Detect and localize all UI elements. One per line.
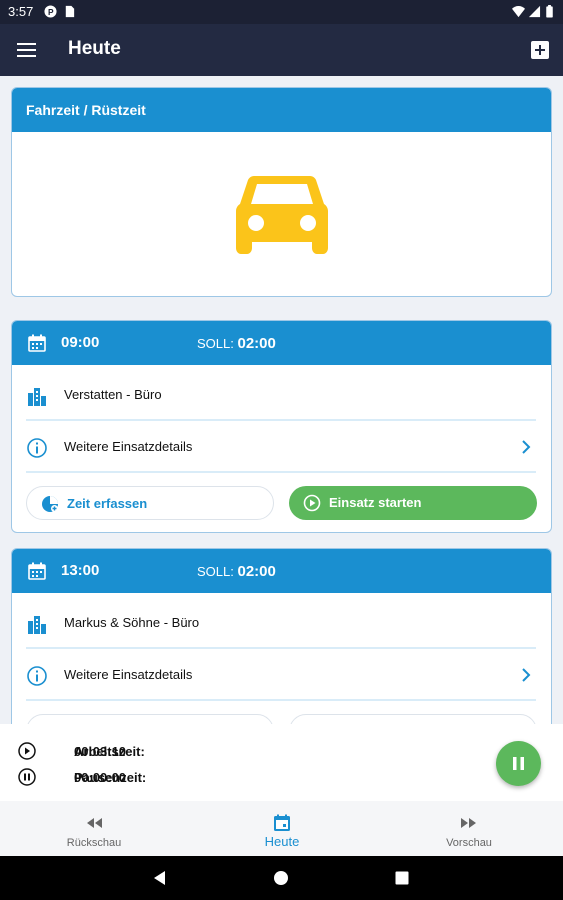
app-bar: Heute — [0, 24, 563, 76]
chevron-right-icon — [522, 440, 531, 454]
details-row[interactable]: Weitere Einsatzdetails — [26, 649, 536, 701]
record-time-button[interactable]: Zeit erfassen — [26, 486, 274, 520]
page-title: Heute — [68, 38, 121, 59]
calendar-icon — [274, 814, 290, 831]
svg-text:P: P — [48, 7, 54, 17]
chevron-right-icon — [522, 668, 531, 682]
clock-pie-icon — [42, 496, 58, 512]
info-icon — [27, 438, 47, 458]
timer-panel: Arbeitszeit: 00:03:10 Pausenzeit: 00:00:… — [0, 724, 563, 801]
start-assignment-button[interactable]: Einsatz starten — [289, 486, 537, 520]
pause-icon — [513, 757, 524, 770]
play-circle-icon — [18, 742, 36, 760]
bottom-tab-bar: Rückschau Heute Vorschau — [0, 801, 563, 856]
appointment-time: 13:00 — [61, 562, 100, 579]
status-time: 3:57 — [8, 4, 34, 19]
details-row[interactable]: Weitere Einsatzdetails — [26, 421, 536, 473]
circle-p-icon: P — [44, 5, 57, 18]
location-name: Markus & Söhne - Büro — [64, 615, 200, 630]
soll-label: SOLL: 02:00 — [197, 563, 276, 580]
play-circle-icon — [303, 494, 321, 512]
tab-label: Heute — [264, 834, 300, 849]
back-icon[interactable] — [152, 870, 168, 886]
location-row: Verstatten - Büro — [26, 369, 536, 421]
building-icon — [28, 388, 46, 406]
calendar-icon — [28, 562, 46, 580]
tab-label: Vorschau — [446, 837, 492, 849]
soll-value: 02:00 — [237, 563, 276, 580]
travel-time-card[interactable]: Fahrzeit / Rüstzeit — [11, 87, 552, 297]
tab-rueckschau[interactable]: Rückschau — [0, 801, 188, 856]
location-row: Markus & Söhne - Büro — [26, 597, 536, 649]
wifi-icon — [512, 6, 525, 18]
building-icon — [28, 616, 46, 634]
status-bar: 3:57 P — [0, 0, 563, 24]
location-name: Verstatten - Büro — [64, 387, 162, 402]
appointment-header: 13:00 SOLL: 02:00 — [12, 549, 551, 593]
pause-button[interactable] — [496, 741, 541, 786]
calendar-icon — [28, 334, 46, 352]
soll-value: 02:00 — [237, 335, 276, 352]
details-label: Weitere Einsatzdetails — [64, 439, 193, 454]
add-box-icon[interactable] — [530, 40, 550, 60]
fast-forward-icon — [461, 818, 476, 828]
tab-label: Rückschau — [66, 837, 122, 849]
travel-card-title: Fahrzeit / Rüstzeit — [26, 102, 146, 118]
appointment-card: 13:00 SOLL: 02:00 Markus & Söhne - Büro … — [11, 548, 552, 748]
work-time-value: 00:03:10 — [74, 744, 127, 759]
home-icon[interactable] — [273, 870, 289, 886]
pause-time-value: 00:00:00 — [74, 770, 127, 785]
tab-heute[interactable]: Heute — [188, 801, 376, 856]
info-icon — [27, 666, 47, 686]
start-assignment-label: Einsatz starten — [329, 495, 422, 510]
battery-icon — [546, 5, 553, 18]
sim-card-icon — [65, 5, 75, 18]
rewind-icon — [87, 818, 102, 828]
tab-vorschau[interactable]: Vorschau — [375, 801, 563, 856]
soll-label: SOLL: 02:00 — [197, 335, 276, 352]
record-time-label: Zeit erfassen — [67, 496, 148, 511]
signal-icon — [528, 5, 541, 18]
recents-icon[interactable] — [394, 870, 410, 886]
system-nav-bar — [0, 856, 563, 900]
appointment-header: 09:00 SOLL: 02:00 — [12, 321, 551, 365]
appointment-time: 09:00 — [61, 334, 100, 351]
car-icon — [236, 176, 328, 254]
pause-circle-icon — [18, 768, 36, 786]
travel-card-header: Fahrzeit / Rüstzeit — [12, 88, 551, 132]
appointment-card: 09:00 SOLL: 02:00 Verstatten - Büro Weit… — [11, 320, 552, 533]
details-label: Weitere Einsatzdetails — [64, 667, 193, 682]
hamburger-menu-icon[interactable] — [17, 40, 39, 60]
